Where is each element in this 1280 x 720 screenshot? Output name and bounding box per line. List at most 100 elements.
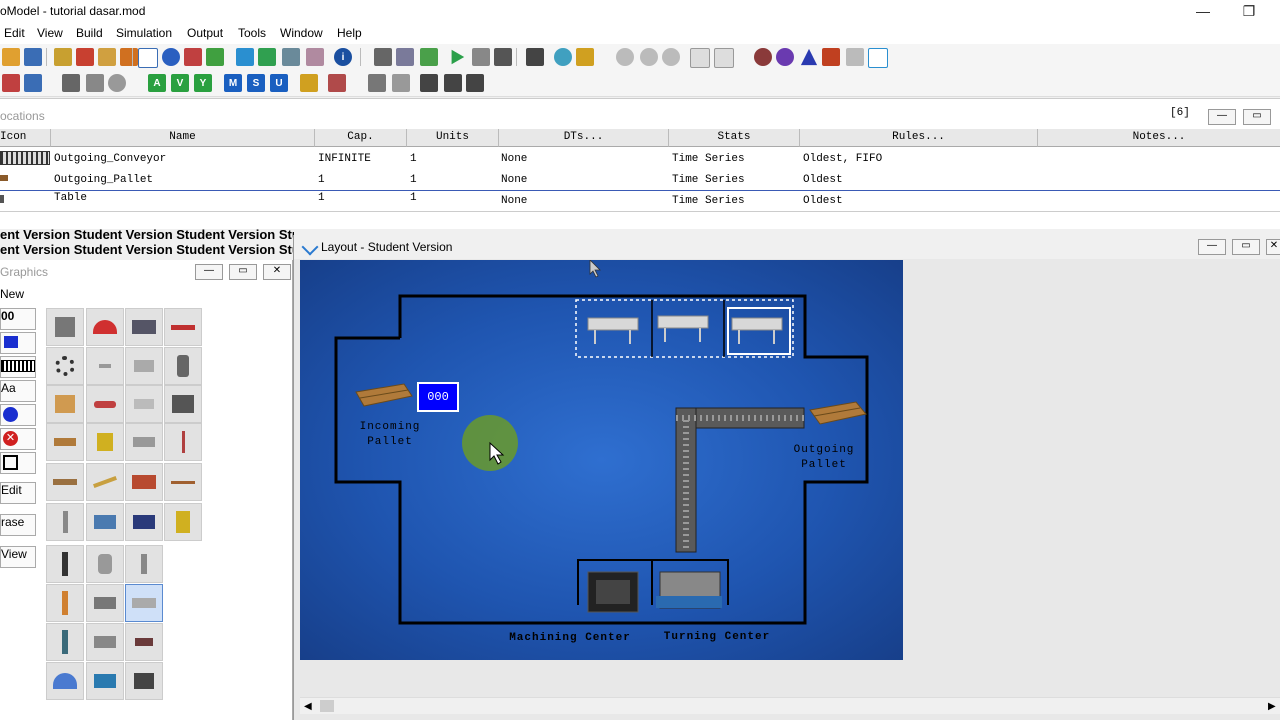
tank-icon[interactable]: [86, 545, 124, 583]
validate-2-icon[interactable]: [662, 48, 680, 66]
cnc-icon[interactable]: [86, 662, 124, 700]
press-icon[interactable]: [125, 503, 163, 541]
status-light-tool[interactable]: [0, 404, 36, 426]
a-macro-icon[interactable]: A: [148, 74, 166, 92]
column-header-icon[interactable]: Icon: [0, 129, 51, 147]
trash-icon[interactable]: [466, 74, 484, 92]
layout-canvas[interactable]: 000 Incoming Pallet Outgoing Pallet Mach…: [300, 260, 903, 660]
robot-arm-icon[interactable]: [164, 503, 202, 541]
triangle-icon[interactable]: [800, 48, 818, 66]
rack-icon[interactable]: [86, 623, 124, 661]
table-cell-stats[interactable]: Time Series: [672, 191, 745, 211]
table-lib-icon-selected[interactable]: [125, 584, 163, 622]
entity-counter[interactable]: 000: [417, 382, 459, 412]
new-button[interactable]: New: [0, 287, 24, 301]
table-cell-dts[interactable]: None: [501, 191, 527, 211]
table-cell-cap[interactable]: INFINITE: [318, 149, 371, 169]
column-header-name[interactable]: Name: [51, 129, 315, 147]
resources-icon[interactable]: [120, 48, 138, 66]
table-cell-cap[interactable]: 1: [318, 188, 325, 208]
cart-icon[interactable]: [125, 423, 163, 461]
text-tool[interactable]: Aa: [0, 380, 36, 402]
polyline-icon[interactable]: [184, 48, 202, 66]
color-tool[interactable]: [0, 332, 36, 354]
board-icon[interactable]: [46, 463, 84, 501]
open-icon[interactable]: [2, 48, 20, 66]
zoom-icon[interactable]: [108, 74, 126, 92]
column-header-notes[interactable]: Notes...: [1038, 129, 1280, 147]
scroll-thumb[interactable]: [320, 700, 334, 712]
menu-build[interactable]: Build: [76, 26, 103, 40]
view-icon[interactable]: [526, 48, 544, 66]
cardboard-box-icon[interactable]: [46, 385, 84, 423]
sorter-icon[interactable]: [86, 503, 124, 541]
graphics-maximize-button[interactable]: ▭: [229, 264, 257, 280]
zoom-fit-icon[interactable]: [86, 74, 104, 92]
engine-lib-icon[interactable]: [125, 662, 163, 700]
pipe-icon[interactable]: [86, 463, 124, 501]
table-cell-name[interactable]: Outgoing_Conveyor: [54, 149, 166, 169]
machine-icon[interactable]: [125, 308, 163, 346]
restore-button[interactable]: ❐: [1226, 0, 1272, 24]
output-icon[interactable]: [576, 48, 594, 66]
worker-icon[interactable]: [46, 584, 84, 622]
table-cell-cap[interactable]: 1: [318, 170, 325, 190]
chart-2-icon[interactable]: [714, 48, 734, 68]
arrow-right-icon[interactable]: [444, 74, 462, 92]
verify-icon[interactable]: [616, 48, 634, 66]
parts-icon[interactable]: [125, 385, 163, 423]
layout-maximize-button[interactable]: ▭: [1232, 239, 1260, 255]
table-cell-rules[interactable]: Oldest: [803, 170, 843, 190]
stop-icon[interactable]: [494, 48, 512, 66]
info-icon[interactable]: i: [334, 48, 352, 66]
panel-minimize-button[interactable]: —: [1208, 109, 1236, 125]
table-icon[interactable]: [392, 74, 410, 92]
processing-icon[interactable]: [236, 48, 254, 66]
conveyor-tool[interactable]: [0, 356, 36, 378]
minimize-button[interactable]: —: [1180, 0, 1226, 24]
car-icon[interactable]: [86, 385, 124, 423]
path-networks-icon[interactable]: [98, 48, 116, 66]
simrunner-icon[interactable]: [776, 48, 794, 66]
cost-icon[interactable]: [300, 74, 318, 92]
column-header-cap[interactable]: Cap.: [315, 129, 407, 147]
pallet-lib-icon[interactable]: [46, 423, 84, 461]
validate-icon[interactable]: [640, 48, 658, 66]
column-header-units[interactable]: Units: [407, 129, 499, 147]
region-tool[interactable]: [0, 452, 36, 474]
edit-button[interactable]: Edit: [0, 482, 36, 504]
red-dome-icon[interactable]: [86, 308, 124, 346]
menu-view[interactable]: View: [37, 26, 63, 40]
import-icon[interactable]: [258, 48, 276, 66]
scroll-left-icon[interactable]: ◀: [304, 701, 312, 712]
table-cell-name[interactable]: Outgoing_Pallet: [54, 170, 153, 190]
blue-dome-icon[interactable]: [46, 662, 84, 700]
drill-icon[interactable]: [125, 623, 163, 661]
circle-icon[interactable]: [162, 48, 180, 66]
tools-icon[interactable]: [822, 48, 840, 66]
locations-icon[interactable]: [54, 48, 72, 66]
crate-stack-icon[interactable]: [164, 385, 202, 423]
graphics-close-button[interactable]: ✕: [263, 264, 291, 280]
monitor-icon[interactable]: [868, 48, 888, 68]
counter-tool[interactable]: 00: [0, 308, 36, 330]
column-header-dts[interactable]: DTs...: [499, 129, 669, 147]
u-icon[interactable]: U: [270, 74, 288, 92]
s-icon[interactable]: S: [247, 74, 265, 92]
shed-icon[interactable]: [86, 584, 124, 622]
view-button[interactable]: View: [0, 546, 36, 568]
windows-icon[interactable]: [396, 48, 414, 66]
column-header-stats[interactable]: Stats: [669, 129, 800, 147]
probe-icon[interactable]: [164, 423, 202, 461]
small-part-icon[interactable]: [86, 347, 124, 385]
printer-icon[interactable]: [125, 347, 163, 385]
forklift-icon[interactable]: [86, 423, 124, 461]
person-icon[interactable]: [46, 545, 84, 583]
compile-icon[interactable]: [420, 48, 438, 66]
operator-icon[interactable]: [46, 623, 84, 661]
shift-icon[interactable]: [328, 74, 346, 92]
layout-close-button[interactable]: ✕: [1266, 239, 1280, 255]
menu-help[interactable]: Help: [337, 26, 362, 40]
save-icon[interactable]: [24, 48, 42, 66]
m-icon[interactable]: M: [224, 74, 242, 92]
